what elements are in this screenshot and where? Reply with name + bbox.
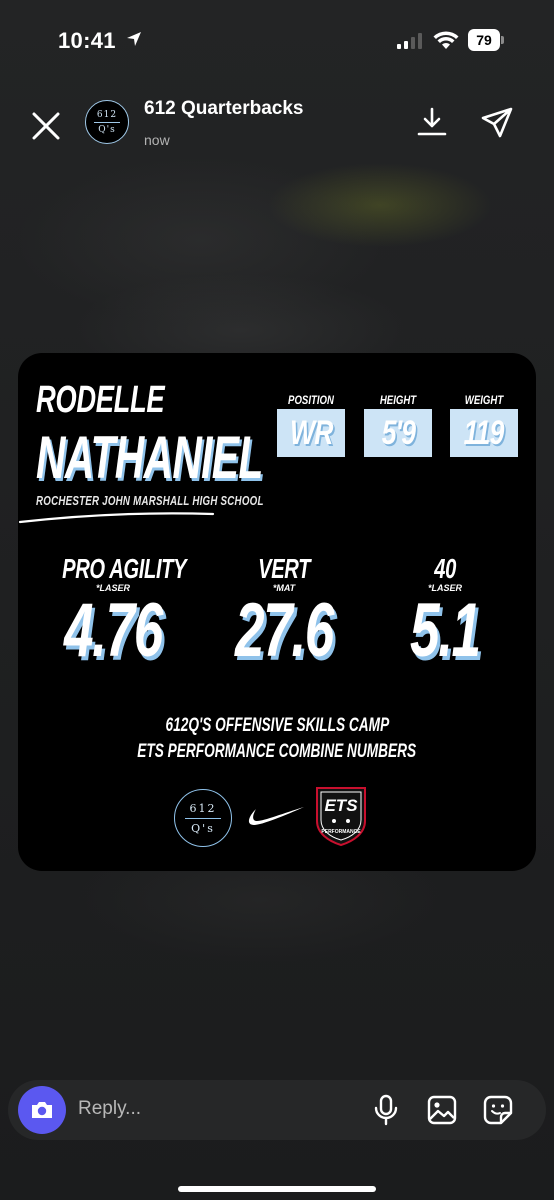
stat-label: HEIGHT — [379, 393, 417, 407]
metric-value: 5.1 — [410, 588, 481, 673]
story-header: 612 Q's 612 Quarterbacks now — [0, 88, 554, 158]
camera-icon — [32, 1102, 52, 1118]
sticker-icon[interactable] — [482, 1094, 514, 1126]
metric-value: 27.6 — [235, 588, 334, 673]
underline-swoosh — [18, 512, 215, 524]
story-image-card: RODELLE NATHANIEL ROCHESTER JOHN MARSHAL… — [18, 353, 536, 871]
player-first-name: RODELLE — [36, 379, 165, 421]
stat-value: WR — [289, 414, 333, 452]
send-icon[interactable] — [480, 106, 514, 140]
stat-value: 119 — [464, 414, 505, 452]
avatar-text-top: 612 — [96, 109, 118, 120]
reply-input[interactable]: Reply... — [78, 1098, 141, 1120]
avatar-text-bottom: Q's — [98, 124, 116, 135]
svg-text:PERFORMANCE: PERFORMANCE — [321, 829, 361, 835]
stat-weight: WEIGHT 119 — [450, 393, 518, 457]
metric-label: 40 — [434, 553, 456, 584]
player-last-name: NATHANIEL — [36, 424, 263, 491]
nike-swoosh-logo — [248, 807, 304, 825]
post-time: now — [144, 132, 170, 148]
metric-pro-agility: PRO AGILITY *LASER 4.76 — [38, 553, 188, 674]
gallery-icon[interactable] — [426, 1094, 458, 1126]
account-name[interactable]: 612 Quarterbacks — [144, 98, 304, 120]
ets-performance-logo: ETS PERFORMANCE — [316, 787, 366, 847]
metric-value: 4.76 — [64, 588, 163, 673]
camera-button[interactable] — [18, 1086, 66, 1134]
combine-title-text: ETS PERFORMANCE COMBINE NUMBERS — [137, 741, 417, 762]
battery-level: 79 — [468, 29, 500, 51]
metric-forty: 40 *LASER 5.1 — [380, 553, 510, 674]
location-arrow-icon — [127, 32, 141, 46]
stat-value: 5'9 — [381, 414, 415, 452]
camp-title-text: 612Q'S OFFENSIVE SKILLS CAMP — [165, 715, 389, 736]
metric-label: PRO AGILITY — [62, 553, 187, 584]
microphone-icon[interactable] — [372, 1094, 400, 1126]
svg-text:ETS: ETS — [324, 796, 358, 815]
reply-bar: Reply... — [8, 1080, 546, 1140]
close-button[interactable] — [28, 108, 64, 144]
stat-label: WEIGHT — [464, 393, 504, 407]
avatar[interactable]: 612 Q's — [85, 100, 129, 144]
download-icon[interactable] — [416, 106, 448, 138]
battery-icon: 79 — [468, 29, 504, 51]
home-indicator[interactable] — [178, 1186, 376, 1192]
stat-height: HEIGHT 5'9 — [364, 393, 432, 457]
stat-label: POSITION — [288, 393, 334, 407]
combine-title: ETS PERFORMANCE COMBINE NUMBERS — [18, 741, 536, 763]
status-bar: 10:41 79 — [0, 0, 554, 80]
612-quarterbacks-logo: 612 Q's — [174, 789, 232, 847]
player-school: ROCHESTER JOHN MARSHALL HIGH SCHOOL — [36, 493, 264, 508]
stat-position: POSITION WR — [277, 393, 345, 457]
metric-vert: VERT *MAT 27.6 — [214, 553, 354, 674]
clock: 10:41 — [58, 28, 116, 53]
wifi-icon — [433, 31, 459, 49]
camp-title: 612Q'S OFFENSIVE SKILLS CAMP — [18, 715, 536, 737]
cellular-signal-icon — [397, 33, 422, 49]
metric-label: VERT — [258, 553, 310, 584]
